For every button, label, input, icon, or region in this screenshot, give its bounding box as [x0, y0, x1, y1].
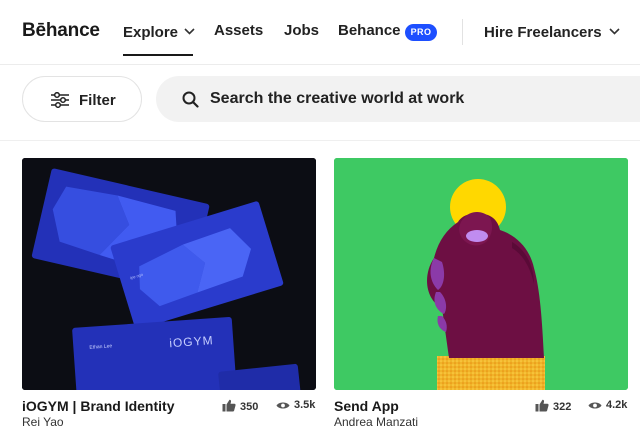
project-thumbnail[interactable]: [334, 158, 628, 390]
project-owner[interactable]: Rei Yao: [22, 415, 64, 429]
filter-button[interactable]: Filter: [22, 76, 142, 122]
sliders-icon: [50, 91, 70, 113]
nav-behance-pro[interactable]: Behance: [338, 22, 401, 39]
thumbs-up-icon: [535, 399, 549, 412]
nav-explore[interactable]: Explore: [123, 22, 195, 41]
project-title[interactable]: Send App: [334, 398, 399, 414]
thumbs-up-icon: [222, 399, 236, 412]
nav-divider: [462, 19, 463, 45]
behance-logo[interactable]: Bēhance: [22, 20, 100, 42]
header-divider: [0, 64, 640, 65]
views-count: 4.2k: [588, 399, 627, 411]
views-count-value: 4.2k: [606, 399, 628, 411]
search-icon: [182, 91, 199, 113]
nav-assets[interactable]: Assets: [214, 22, 263, 39]
nav-jobs[interactable]: Jobs: [284, 22, 319, 39]
search-input[interactable]: [210, 88, 630, 110]
chevron-down-icon: [184, 22, 195, 39]
likes-count-value: 322: [553, 401, 572, 413]
eye-icon: [588, 402, 602, 409]
top-navigation: Bēhance Explore Assets Jobs Behance PRO …: [0, 0, 640, 64]
active-tab-indicator: [123, 54, 193, 56]
toolbar-divider: [0, 140, 640, 141]
chevron-down-icon: [609, 22, 620, 39]
likes-count: 350: [222, 399, 258, 413]
nav-explore-label: Explore: [123, 24, 179, 41]
views-count: 3.5k: [276, 399, 315, 411]
eye-icon: [276, 402, 290, 409]
nav-hire-label: Hire Freelancers: [484, 24, 602, 41]
project-owner[interactable]: Andrea Manzati: [334, 415, 418, 429]
likes-count: 322: [535, 399, 571, 413]
project-thumbnail[interactable]: iogym.cn ipe ogo Ethan Lee iOGYM: [22, 158, 316, 390]
nav-hire-freelancers[interactable]: Hire Freelancers: [484, 22, 620, 41]
pro-badge: PRO: [405, 24, 437, 41]
views-count-value: 3.5k: [294, 399, 316, 411]
likes-count-value: 350: [240, 401, 259, 413]
project-title[interactable]: iOGYM | Brand Identity: [22, 398, 174, 414]
filter-label: Filter: [79, 92, 116, 109]
search-bar[interactable]: [156, 76, 640, 122]
